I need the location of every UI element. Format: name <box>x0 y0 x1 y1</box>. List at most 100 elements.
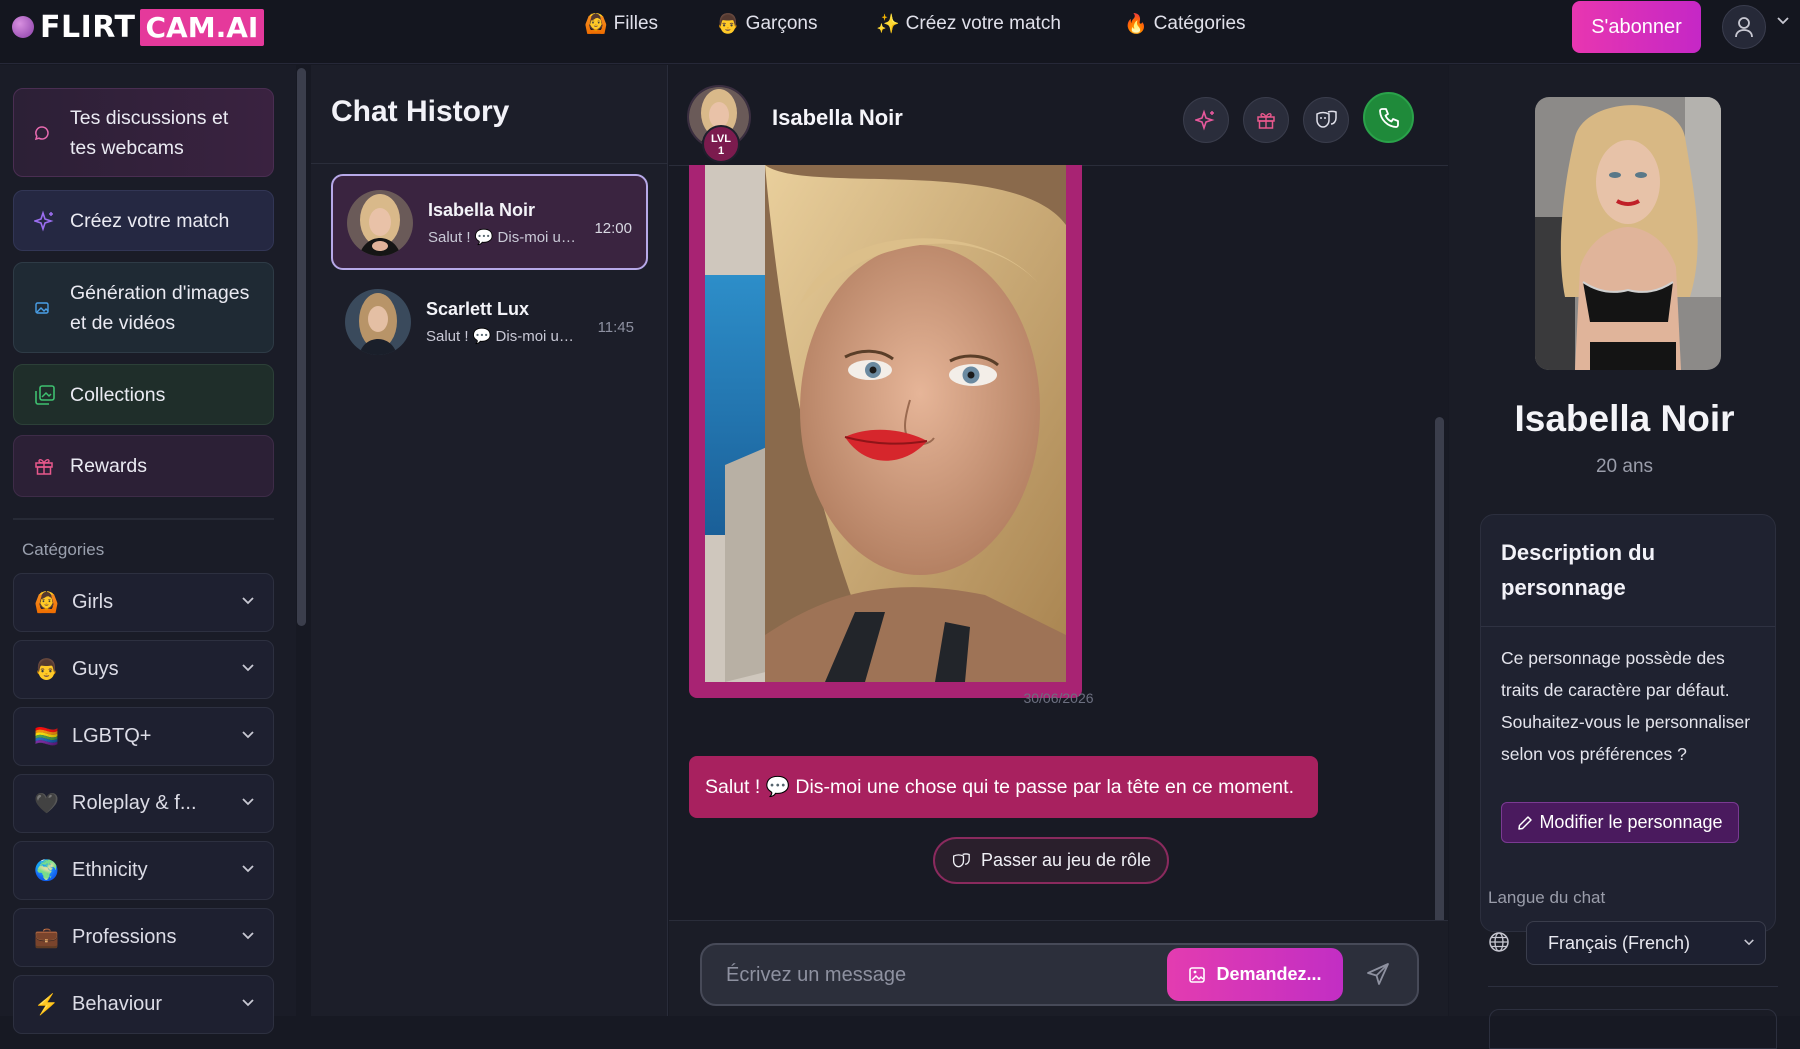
chevron-down-icon <box>242 597 254 605</box>
chevron-down-icon <box>242 731 254 739</box>
sidebar-item-label: Tes discussions et tes webcams <box>70 106 229 159</box>
conversation-item-scarlett[interactable]: Scarlett Lux Salut ! 💬 Dis-moi une chose… <box>331 275 648 371</box>
ask-button-label: Demandez... <box>1216 964 1322 984</box>
category-emoji: 🙆 <box>34 592 59 614</box>
conversation-item-isabella[interactable]: Isabella Noir Salut ! 💬 Dis-moi une chos… <box>331 174 648 270</box>
gift-icon <box>34 456 56 476</box>
chat-contact-name: Isabella Noir <box>772 105 903 130</box>
nav-label: Catégories <box>1153 13 1246 34</box>
edit-character-label: Modifier le personnage <box>1539 812 1723 832</box>
phone-icon <box>1378 107 1399 128</box>
history-divider <box>311 163 668 164</box>
edit-character-button[interactable]: Modifier le personnage <box>1501 802 1739 843</box>
category-emoji: 🏳️‍🌈 <box>34 726 59 748</box>
roleplay-button[interactable]: Passer au jeu de rôle <box>933 837 1169 884</box>
sidebar-item-rewards[interactable]: Rewards <box>13 435 274 497</box>
category-behaviour[interactable]: ⚡ Behaviour <box>13 975 274 1034</box>
profile-photo[interactable] <box>1535 97 1721 370</box>
gift-button[interactable] <box>1243 97 1289 143</box>
category-lgbtq[interactable]: 🏳️‍🌈 LGBTQ+ <box>13 707 274 766</box>
chat-header: LVL 1 Isabella Noir <box>669 65 1448 166</box>
category-label: Roleplay & f... <box>72 792 197 814</box>
category-emoji: 🌍 <box>34 860 59 882</box>
voice-call-button[interactable] <box>1363 92 1414 143</box>
conversation-name: Isabella Noir <box>428 200 536 220</box>
nav-emoji: 🔥 <box>1124 14 1148 35</box>
category-label: LGBTQ+ <box>72 725 152 747</box>
description-title: Description du personnage <box>1501 540 1656 600</box>
category-ethnicity[interactable]: 🌍 Ethnicity <box>13 841 274 900</box>
description-text: Ce personnage possède des traits de cara… <box>1501 648 1751 764</box>
sidebar-item-generation[interactable]: Génération d'images et de vidéos <box>13 262 274 353</box>
chevron-down-icon <box>242 798 254 806</box>
nav-emoji: 🙆 <box>584 14 608 35</box>
chat-image-message[interactable] <box>689 165 1082 698</box>
category-label: Ethnicity <box>72 859 148 881</box>
category-roleplay[interactable]: 🖤 Roleplay & f... <box>13 774 274 833</box>
globe-icon <box>1489 932 1509 952</box>
nav-garcons[interactable]: 👨 Garçons <box>716 12 817 36</box>
profile-age: 20 ans <box>1595 456 1654 477</box>
language-select-value: Français (French) <box>1548 932 1691 953</box>
sidebar-item-label: Génération d'images et de vidéos <box>70 281 250 334</box>
nav-filles[interactable]: 🙆 Filles <box>584 12 658 36</box>
nav-emoji: 👨 <box>716 14 740 35</box>
sidebar-item-creez-votre-match[interactable]: Créez votre match <box>13 190 274 251</box>
avatar <box>347 190 413 256</box>
image-icon <box>34 300 56 316</box>
conversation-name: Scarlett Lux <box>426 299 530 319</box>
image-request-icon <box>1189 966 1206 983</box>
nav-categories[interactable]: 🔥 Catégories <box>1124 12 1246 36</box>
chevron-down-icon <box>242 664 254 672</box>
profile-panel: Isabella Noir 20 ans Description du pers… <box>1449 65 1800 1049</box>
message-bubble: Salut ! 💬 Dis-moi une chose qui te passe… <box>689 756 1318 818</box>
category-label: Behaviour <box>72 993 163 1015</box>
profile-name: Isabella Noir <box>1514 398 1735 439</box>
conversation-preview: Salut ! 💬 Dis-moi une chose qui te passe… <box>426 328 581 345</box>
chevron-down-icon <box>242 932 254 940</box>
roleplay-masks-button[interactable] <box>1303 97 1349 143</box>
sidebar-item-label: Rewards <box>70 455 147 477</box>
sparkles-icon <box>34 209 56 232</box>
message-input[interactable]: Écrivez un message Demandez... <box>700 943 1419 1006</box>
sidebar-item-discussions[interactable]: Tes discussions et tes webcams <box>13 88 274 177</box>
language-select[interactable]: Français (French) <box>1526 921 1766 965</box>
sidebar-item-collections[interactable]: Collections <box>13 364 274 425</box>
chat-scrollbar[interactable] <box>1435 417 1444 982</box>
sparkles-button[interactable] <box>1183 97 1229 143</box>
sidebar-item-label: Créez votre match <box>70 209 230 232</box>
theater-masks-icon <box>952 852 970 867</box>
composer-area: Écrivez un message Demandez... <box>669 920 1448 1016</box>
category-professions[interactable]: 💼 Professions <box>13 908 274 967</box>
subscribe-button[interactable]: S'abonner <box>1572 1 1701 53</box>
gift-icon <box>1257 113 1275 129</box>
category-girls[interactable]: 🙆 Girls <box>13 573 274 632</box>
theater-masks-icon <box>1316 110 1337 128</box>
category-emoji: 💼 <box>34 927 59 949</box>
user-menu-button[interactable] <box>1722 5 1766 49</box>
chevron-down-icon <box>242 999 254 1007</box>
level-badge: LVL 1 <box>702 125 740 163</box>
description-divider <box>1481 626 1775 627</box>
sidebar-scrollbar[interactable] <box>297 68 306 626</box>
category-emoji: 👨 <box>34 659 59 681</box>
category-emoji: 🖤 <box>34 793 59 815</box>
send-icon[interactable] <box>1365 961 1391 987</box>
chat-history-panel: Chat History Isabella Noir Salut ! 💬 Dis… <box>311 65 668 1016</box>
category-guys[interactable]: 👨 Guys <box>13 640 274 699</box>
chevron-down-icon <box>242 865 254 873</box>
conversation-preview: Salut ! 💬 Dis-moi une chose qui te passe… <box>428 229 583 246</box>
chevron-down-icon[interactable] <box>1776 16 1790 26</box>
category-label: Girls <box>72 591 114 613</box>
message-date: 30/06/2026 <box>1023 690 1094 706</box>
categories-heading: Catégories <box>22 540 105 559</box>
gallery-icon <box>34 384 56 406</box>
top-bar: FLIRT CAM.AI 🙆 Filles 👨 Garçons ✨ Créez vot… <box>0 0 1800 64</box>
profile-next-card <box>1489 1009 1777 1049</box>
nav-label: Garçons <box>745 13 818 34</box>
user-icon <box>1735 17 1753 38</box>
sparkles-icon <box>1195 109 1215 131</box>
ask-image-button[interactable]: Demandez... <box>1167 948 1343 1001</box>
nav-creez-votre-match[interactable]: ✨ Créez votre match <box>876 12 1061 36</box>
profile-divider <box>1488 986 1778 987</box>
